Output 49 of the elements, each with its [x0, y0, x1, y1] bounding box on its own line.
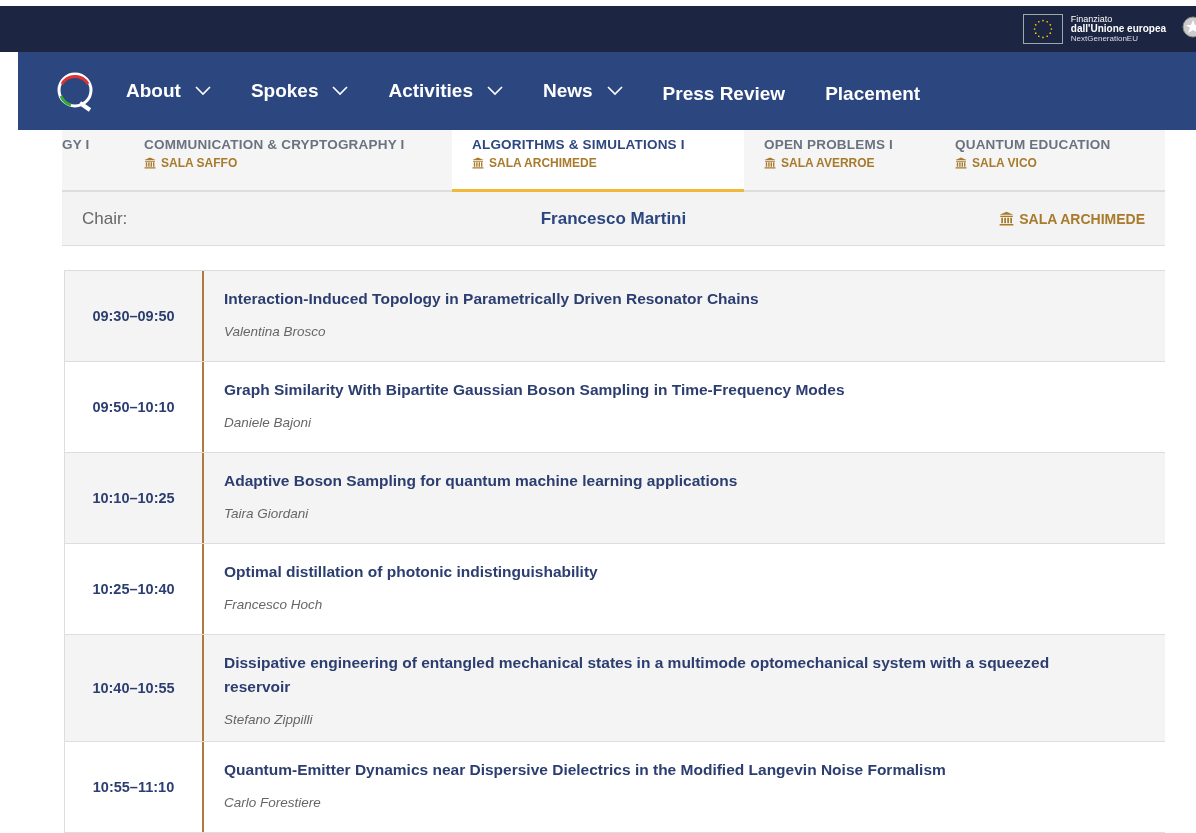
funding-text: dall'Unione europea — [1070, 24, 1166, 34]
speaker-name: Valentina Brosco — [224, 324, 327, 339]
chevron-down-icon — [486, 86, 503, 96]
chair-name: Francesco Martini — [539, 208, 688, 229]
chevron-down-icon — [194, 86, 211, 96]
room-label: SALA ARCHIMEDE — [489, 156, 597, 170]
speaker-name: Taira Giordani — [224, 506, 310, 521]
chevron-down-icon — [332, 86, 349, 96]
talk-title[interactable]: Adaptive Boson Sampling for quantum machine learning applications — [224, 469, 1094, 493]
session-tab[interactable]: COMMUNICATION & CRYPTOGRAPHY I SALA SAFFO — [124, 130, 452, 192]
speaker-name: Francesco Hoch — [224, 597, 324, 612]
museum-icon — [472, 157, 484, 169]
nav-item[interactable]: Placement — [825, 83, 921, 105]
session-tab[interactable]: OPEN PROBLEMS I SALA AVERROE — [744, 130, 935, 192]
nav-item[interactable]: News — [542, 80, 623, 102]
time-slot: 09:30–09:50 — [92, 308, 175, 324]
talk-title[interactable]: Graph Similarity With Bipartite Gaussian Boson Sampling in Time-Frequency Modes — [224, 378, 1094, 402]
session-tab[interactable]: QUANTUM EDUCATION SALA VICO — [935, 130, 1147, 192]
nav-item[interactable]: Spokes — [250, 80, 349, 102]
speaker-name: Stefano Zippilli — [224, 712, 314, 727]
chevron-down-icon — [606, 86, 623, 96]
museum-icon — [955, 157, 967, 169]
room-label: SALA SAFFO — [161, 156, 238, 170]
time-slot: 10:10–10:25 — [92, 490, 175, 506]
time-slot: 10:55–11:10 — [92, 779, 175, 795]
nav-item[interactable]: About — [126, 80, 211, 102]
room-label: SALA ARCHIMEDE — [1019, 210, 1145, 227]
talk-title[interactable]: Interaction-Induced Topology in Parametrically Driven Resonator Chains — [224, 287, 1094, 311]
session-tab[interactable]: GY I — [62, 130, 124, 192]
funding-text: NextGenerationEU — [1070, 34, 1139, 44]
talk-title[interactable]: Quantum-Emitter Dynamics near Dispersive Dielectrics in the Modified Langevin Noise Formalism — [224, 758, 1094, 782]
session-tab[interactable]: ALGORITHMS & SIMULATIONS I SALA ARCHIMEDE — [452, 130, 744, 192]
talk-title[interactable]: Dissipative engineering of entangled mechanical states in a multimode optomechanical system with a squeezed reservoir — [224, 651, 1094, 699]
nav-item[interactable]: Activities — [388, 80, 503, 102]
time-slot: 10:40–10:55 — [92, 680, 175, 696]
time-slot: 09:50–10:10 — [92, 399, 175, 415]
museum-icon — [144, 157, 156, 169]
eu-flag-icon — [1022, 14, 1063, 44]
museum-icon — [764, 157, 776, 169]
nav-item[interactable]: Press Review — [662, 83, 786, 105]
room-label: SALA VICO — [972, 156, 1037, 170]
speaker-name: Daniele Bajoni — [224, 415, 313, 430]
chair-label: Chair: — [82, 208, 129, 229]
room-label: SALA AVERROE — [781, 156, 875, 170]
time-slot: 10:25–10:40 — [92, 581, 175, 597]
speaker-name: Carlo Forestiere — [224, 795, 322, 810]
funding-text: Finanziato — [1070, 14, 1114, 24]
talk-title[interactable]: Optimal distillation of photonic indistinguishability — [224, 560, 1094, 584]
museum-icon — [999, 211, 1015, 226]
